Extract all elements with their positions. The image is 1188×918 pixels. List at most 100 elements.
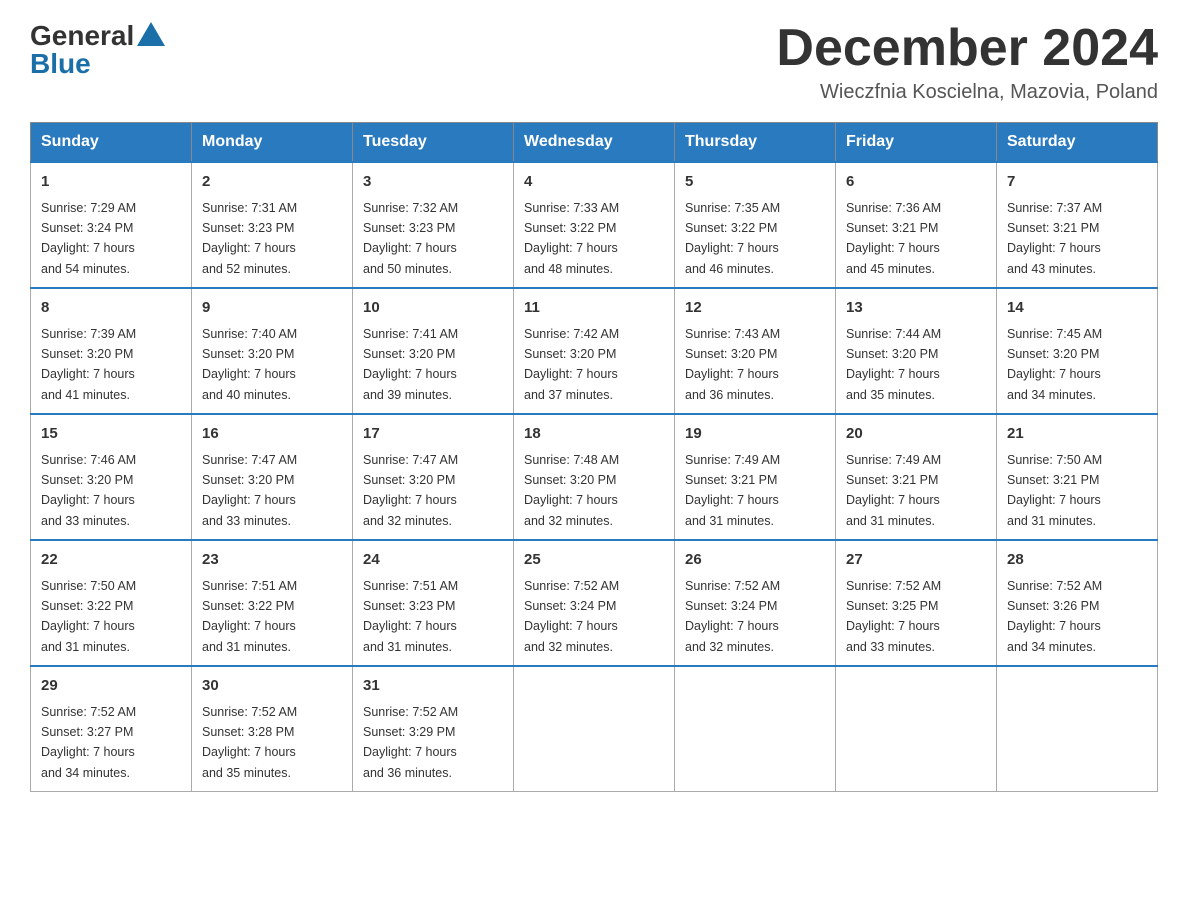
day-number: 12 — [685, 297, 825, 320]
day-info: Sunrise: 7:52 AMSunset: 3:27 PMDaylight:… — [41, 705, 136, 780]
location-subtitle: Wieczfnia Koscielna, Mazovia, Poland — [776, 81, 1158, 104]
day-info: Sunrise: 7:32 AMSunset: 3:23 PMDaylight:… — [363, 201, 458, 276]
table-row — [675, 666, 836, 792]
calendar-week-row: 15 Sunrise: 7:46 AMSunset: 3:20 PMDaylig… — [31, 414, 1158, 540]
day-number: 5 — [685, 171, 825, 194]
table-row: 23 Sunrise: 7:51 AMSunset: 3:22 PMDaylig… — [192, 540, 353, 666]
table-row: 7 Sunrise: 7:37 AMSunset: 3:21 PMDayligh… — [997, 162, 1158, 288]
col-tuesday: Tuesday — [353, 123, 514, 163]
day-number: 3 — [363, 171, 503, 194]
day-info: Sunrise: 7:40 AMSunset: 3:20 PMDaylight:… — [202, 327, 297, 402]
calendar-week-row: 29 Sunrise: 7:52 AMSunset: 3:27 PMDaylig… — [31, 666, 1158, 792]
day-number: 30 — [202, 675, 342, 698]
day-info: Sunrise: 7:51 AMSunset: 3:23 PMDaylight:… — [363, 579, 458, 654]
table-row: 24 Sunrise: 7:51 AMSunset: 3:23 PMDaylig… — [353, 540, 514, 666]
day-info: Sunrise: 7:52 AMSunset: 3:26 PMDaylight:… — [1007, 579, 1102, 654]
table-row: 13 Sunrise: 7:44 AMSunset: 3:20 PMDaylig… — [836, 288, 997, 414]
day-info: Sunrise: 7:47 AMSunset: 3:20 PMDaylight:… — [363, 453, 458, 528]
day-info: Sunrise: 7:48 AMSunset: 3:20 PMDaylight:… — [524, 453, 619, 528]
day-info: Sunrise: 7:52 AMSunset: 3:24 PMDaylight:… — [524, 579, 619, 654]
day-number: 25 — [524, 549, 664, 572]
day-number: 27 — [846, 549, 986, 572]
day-number: 10 — [363, 297, 503, 320]
day-info: Sunrise: 7:50 AMSunset: 3:22 PMDaylight:… — [41, 579, 136, 654]
table-row: 10 Sunrise: 7:41 AMSunset: 3:20 PMDaylig… — [353, 288, 514, 414]
table-row — [836, 666, 997, 792]
day-number: 4 — [524, 171, 664, 194]
calendar-week-row: 8 Sunrise: 7:39 AMSunset: 3:20 PMDayligh… — [31, 288, 1158, 414]
day-number: 26 — [685, 549, 825, 572]
day-info: Sunrise: 7:37 AMSunset: 3:21 PMDaylight:… — [1007, 201, 1102, 276]
table-row: 31 Sunrise: 7:52 AMSunset: 3:29 PMDaylig… — [353, 666, 514, 792]
col-sunday: Sunday — [31, 123, 192, 163]
logo: General Blue — [30, 20, 165, 80]
calendar-table: Sunday Monday Tuesday Wednesday Thursday… — [30, 122, 1158, 792]
day-number: 16 — [202, 423, 342, 446]
day-info: Sunrise: 7:31 AMSunset: 3:23 PMDaylight:… — [202, 201, 297, 276]
table-row: 26 Sunrise: 7:52 AMSunset: 3:24 PMDaylig… — [675, 540, 836, 666]
day-number: 1 — [41, 171, 181, 194]
table-row: 19 Sunrise: 7:49 AMSunset: 3:21 PMDaylig… — [675, 414, 836, 540]
table-row: 29 Sunrise: 7:52 AMSunset: 3:27 PMDaylig… — [31, 666, 192, 792]
day-number: 19 — [685, 423, 825, 446]
day-info: Sunrise: 7:44 AMSunset: 3:20 PMDaylight:… — [846, 327, 941, 402]
day-number: 22 — [41, 549, 181, 572]
title-section: December 2024 Wieczfnia Koscielna, Mazov… — [776, 20, 1158, 104]
day-info: Sunrise: 7:52 AMSunset: 3:28 PMDaylight:… — [202, 705, 297, 780]
day-number: 13 — [846, 297, 986, 320]
day-info: Sunrise: 7:45 AMSunset: 3:20 PMDaylight:… — [1007, 327, 1102, 402]
table-row: 5 Sunrise: 7:35 AMSunset: 3:22 PMDayligh… — [675, 162, 836, 288]
day-info: Sunrise: 7:52 AMSunset: 3:24 PMDaylight:… — [685, 579, 780, 654]
table-row: 16 Sunrise: 7:47 AMSunset: 3:20 PMDaylig… — [192, 414, 353, 540]
table-row: 22 Sunrise: 7:50 AMSunset: 3:22 PMDaylig… — [31, 540, 192, 666]
table-row: 1 Sunrise: 7:29 AMSunset: 3:24 PMDayligh… — [31, 162, 192, 288]
table-row: 4 Sunrise: 7:33 AMSunset: 3:22 PMDayligh… — [514, 162, 675, 288]
table-row: 28 Sunrise: 7:52 AMSunset: 3:26 PMDaylig… — [997, 540, 1158, 666]
day-number: 6 — [846, 171, 986, 194]
day-info: Sunrise: 7:49 AMSunset: 3:21 PMDaylight:… — [685, 453, 780, 528]
table-row: 27 Sunrise: 7:52 AMSunset: 3:25 PMDaylig… — [836, 540, 997, 666]
col-thursday: Thursday — [675, 123, 836, 163]
day-info: Sunrise: 7:42 AMSunset: 3:20 PMDaylight:… — [524, 327, 619, 402]
table-row: 14 Sunrise: 7:45 AMSunset: 3:20 PMDaylig… — [997, 288, 1158, 414]
day-number: 23 — [202, 549, 342, 572]
day-number: 11 — [524, 297, 664, 320]
day-info: Sunrise: 7:52 AMSunset: 3:25 PMDaylight:… — [846, 579, 941, 654]
calendar-header-row: Sunday Monday Tuesday Wednesday Thursday… — [31, 123, 1158, 163]
day-info: Sunrise: 7:43 AMSunset: 3:20 PMDaylight:… — [685, 327, 780, 402]
day-number: 9 — [202, 297, 342, 320]
table-row: 15 Sunrise: 7:46 AMSunset: 3:20 PMDaylig… — [31, 414, 192, 540]
month-title: December 2024 — [776, 20, 1158, 77]
table-row: 9 Sunrise: 7:40 AMSunset: 3:20 PMDayligh… — [192, 288, 353, 414]
day-info: Sunrise: 7:46 AMSunset: 3:20 PMDaylight:… — [41, 453, 136, 528]
day-info: Sunrise: 7:41 AMSunset: 3:20 PMDaylight:… — [363, 327, 458, 402]
table-row: 21 Sunrise: 7:50 AMSunset: 3:21 PMDaylig… — [997, 414, 1158, 540]
day-number: 24 — [363, 549, 503, 572]
day-number: 21 — [1007, 423, 1147, 446]
day-number: 17 — [363, 423, 503, 446]
table-row: 18 Sunrise: 7:48 AMSunset: 3:20 PMDaylig… — [514, 414, 675, 540]
day-info: Sunrise: 7:36 AMSunset: 3:21 PMDaylight:… — [846, 201, 941, 276]
calendar-week-row: 22 Sunrise: 7:50 AMSunset: 3:22 PMDaylig… — [31, 540, 1158, 666]
day-number: 8 — [41, 297, 181, 320]
day-info: Sunrise: 7:52 AMSunset: 3:29 PMDaylight:… — [363, 705, 458, 780]
day-number: 15 — [41, 423, 181, 446]
col-saturday: Saturday — [997, 123, 1158, 163]
table-row: 8 Sunrise: 7:39 AMSunset: 3:20 PMDayligh… — [31, 288, 192, 414]
table-row — [997, 666, 1158, 792]
day-info: Sunrise: 7:39 AMSunset: 3:20 PMDaylight:… — [41, 327, 136, 402]
logo-triangle-icon — [137, 22, 165, 46]
day-number: 2 — [202, 171, 342, 194]
day-number: 20 — [846, 423, 986, 446]
table-row: 20 Sunrise: 7:49 AMSunset: 3:21 PMDaylig… — [836, 414, 997, 540]
page-header: General Blue December 2024 Wieczfnia Kos… — [30, 20, 1158, 104]
table-row: 2 Sunrise: 7:31 AMSunset: 3:23 PMDayligh… — [192, 162, 353, 288]
calendar-week-row: 1 Sunrise: 7:29 AMSunset: 3:24 PMDayligh… — [31, 162, 1158, 288]
day-info: Sunrise: 7:47 AMSunset: 3:20 PMDaylight:… — [202, 453, 297, 528]
day-info: Sunrise: 7:29 AMSunset: 3:24 PMDaylight:… — [41, 201, 136, 276]
day-number: 7 — [1007, 171, 1147, 194]
table-row: 12 Sunrise: 7:43 AMSunset: 3:20 PMDaylig… — [675, 288, 836, 414]
table-row: 6 Sunrise: 7:36 AMSunset: 3:21 PMDayligh… — [836, 162, 997, 288]
day-info: Sunrise: 7:49 AMSunset: 3:21 PMDaylight:… — [846, 453, 941, 528]
table-row: 25 Sunrise: 7:52 AMSunset: 3:24 PMDaylig… — [514, 540, 675, 666]
